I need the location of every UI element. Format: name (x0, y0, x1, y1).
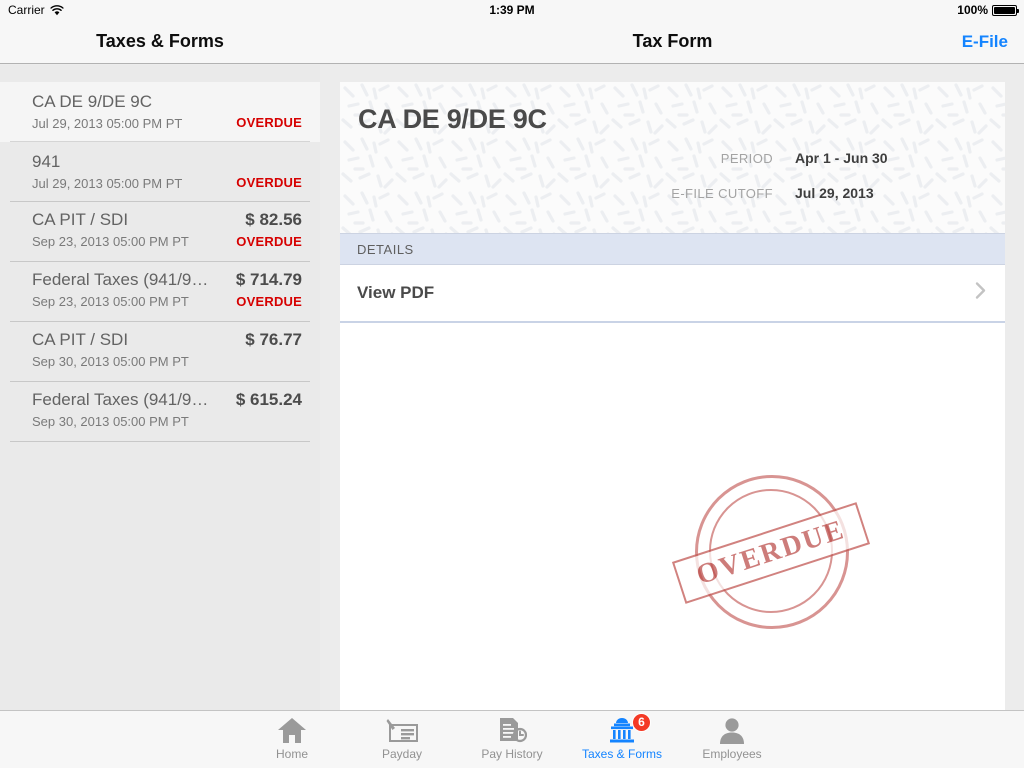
status-badge: OVERDUE (236, 115, 302, 130)
status-badge: OVERDUE (236, 175, 302, 190)
list-item-title: 941 (32, 152, 61, 171)
details-section-label: DETAILS (357, 241, 414, 257)
overdue-stamp: OVERDUE (671, 475, 895, 675)
list-item[interactable]: 941 Jul 29, 2013 05:00 PM PT OVERDUE (0, 142, 320, 202)
meta-value: Jul 29, 2013 (795, 185, 874, 201)
form-meta: PERIOD Apr 1 - Jun 30 E-FILE CUTOFF Jul 29,… (645, 150, 975, 220)
tab-badge: 6 (632, 712, 651, 732)
list-item-title: CA PIT / SDI (32, 330, 129, 349)
tab-taxes-forms[interactable]: 6 Taxes & Forms (567, 712, 677, 768)
meta-row: PERIOD Apr 1 - Jun 30 (645, 150, 975, 166)
list-item-date: Jul 29, 2013 05:00 PM PT (32, 116, 183, 131)
tab-payday[interactable]: Payday (347, 712, 457, 768)
details-section-header: DETAILS (340, 233, 1005, 265)
tab-home[interactable]: Home (237, 712, 347, 768)
tax-forms-list-pane: CA DE 9/DE 9C Jul 29, 2013 05:00 PM PT OVE… (0, 65, 320, 710)
list-item[interactable]: Federal Taxes (941/9… $ 714.79 Sep 23, 201… (0, 262, 320, 322)
battery-full-icon (992, 4, 1019, 16)
status-badge: OVERDUE (236, 234, 302, 249)
status-bar-right: 100% (957, 3, 1019, 17)
detail-header: CA DE 9/DE 9C PERIOD Apr 1 - Jun 30 E-FILE… (340, 82, 1005, 233)
detail-body: OVERDUE (340, 323, 1005, 708)
meta-label: E-FILE CUTOFF (671, 186, 773, 201)
tax-forms-list: CA DE 9/DE 9C Jul 29, 2013 05:00 PM PT OVE… (0, 82, 320, 442)
tax-form-detail-pane: CA DE 9/DE 9C PERIOD Apr 1 - Jun 30 E-FILE… (340, 82, 1005, 710)
list-item[interactable]: CA PIT / SDI $ 82.56 Sep 23, 2013 05:00 PM… (0, 202, 320, 262)
list-item-title: Federal Taxes (941/9… (32, 270, 209, 289)
tab-employees[interactable]: Employees (677, 712, 787, 768)
meta-label: PERIOD (720, 151, 773, 166)
list-item-date: Sep 23, 2013 05:00 PM PT (32, 234, 189, 249)
list-item-title: CA DE 9/DE 9C (32, 92, 152, 111)
master-pane-title: Taxes & Forms (96, 31, 224, 51)
list-item[interactable]: Federal Taxes (941/9… $ 615.24 Sep 30, 201… (0, 382, 320, 442)
tab-bar: Home Payday Pay History 6 Taxes & Forms Emplo… (0, 710, 1024, 768)
tab-label: Employees (702, 746, 762, 761)
home-icon (277, 716, 307, 746)
list-item-date: Sep 23, 2013 05:00 PM PT (32, 294, 189, 309)
status-bar: Carrier 1:39 PM 100% (0, 0, 1024, 20)
view-pdf-label: View PDF (357, 283, 435, 302)
list-separator (10, 441, 310, 442)
status-bar-time: 1:39 PM (489, 3, 535, 17)
tab-label: Taxes & Forms (581, 746, 662, 761)
tab-pay-history[interactable]: Pay History (457, 712, 567, 768)
document-clock-icon (497, 716, 527, 746)
person-icon (719, 716, 745, 746)
government-building-icon: 6 (607, 712, 651, 746)
list-item-date: Jul 29, 2013 05:00 PM PT (32, 176, 183, 191)
tab-label: Payday (381, 746, 423, 761)
tab-label: Home (275, 746, 308, 761)
view-pdf-row[interactable]: View PDF (340, 265, 1005, 323)
battery-percent-label: 100% (957, 3, 988, 17)
check-pen-icon (385, 716, 419, 746)
chevron-right-icon (975, 281, 987, 306)
list-item-amount: $ 82.56 (245, 210, 302, 229)
list-item-amount: $ 714.79 (235, 270, 302, 289)
meta-row: E-FILE CUTOFF Jul 29, 2013 (645, 185, 975, 201)
list-item[interactable]: CA DE 9/DE 9C Jul 29, 2013 05:00 PM PT OVE… (0, 82, 320, 142)
list-item-amount: $ 615.24 (235, 390, 302, 409)
list-item-date: Sep 30, 2013 05:00 PM PT (32, 354, 189, 369)
meta-value: Apr 1 - Jun 30 (795, 150, 888, 166)
list-item-title: CA PIT / SDI (32, 210, 129, 229)
nav-bar: Taxes & Forms Tax Form E-File (0, 20, 1024, 64)
form-title: CA DE 9/DE 9C (358, 104, 547, 134)
page-title: Tax Form (632, 31, 713, 51)
list-item-date: Sep 30, 2013 05:00 PM PT (32, 414, 189, 429)
tab-label: Pay History (481, 746, 543, 761)
list-item-amount: $ 76.77 (245, 330, 302, 349)
efile-button[interactable]: E-File (962, 20, 1008, 63)
app-root: Carrier 1:39 PM 100% Taxes & Forms Tax F… (0, 0, 1024, 768)
list-item-title: Federal Taxes (941/9… (32, 390, 209, 409)
list-item[interactable]: CA PIT / SDI $ 76.77 Sep 30, 2013 05:00 PM… (0, 322, 320, 382)
status-badge: OVERDUE (236, 294, 302, 309)
